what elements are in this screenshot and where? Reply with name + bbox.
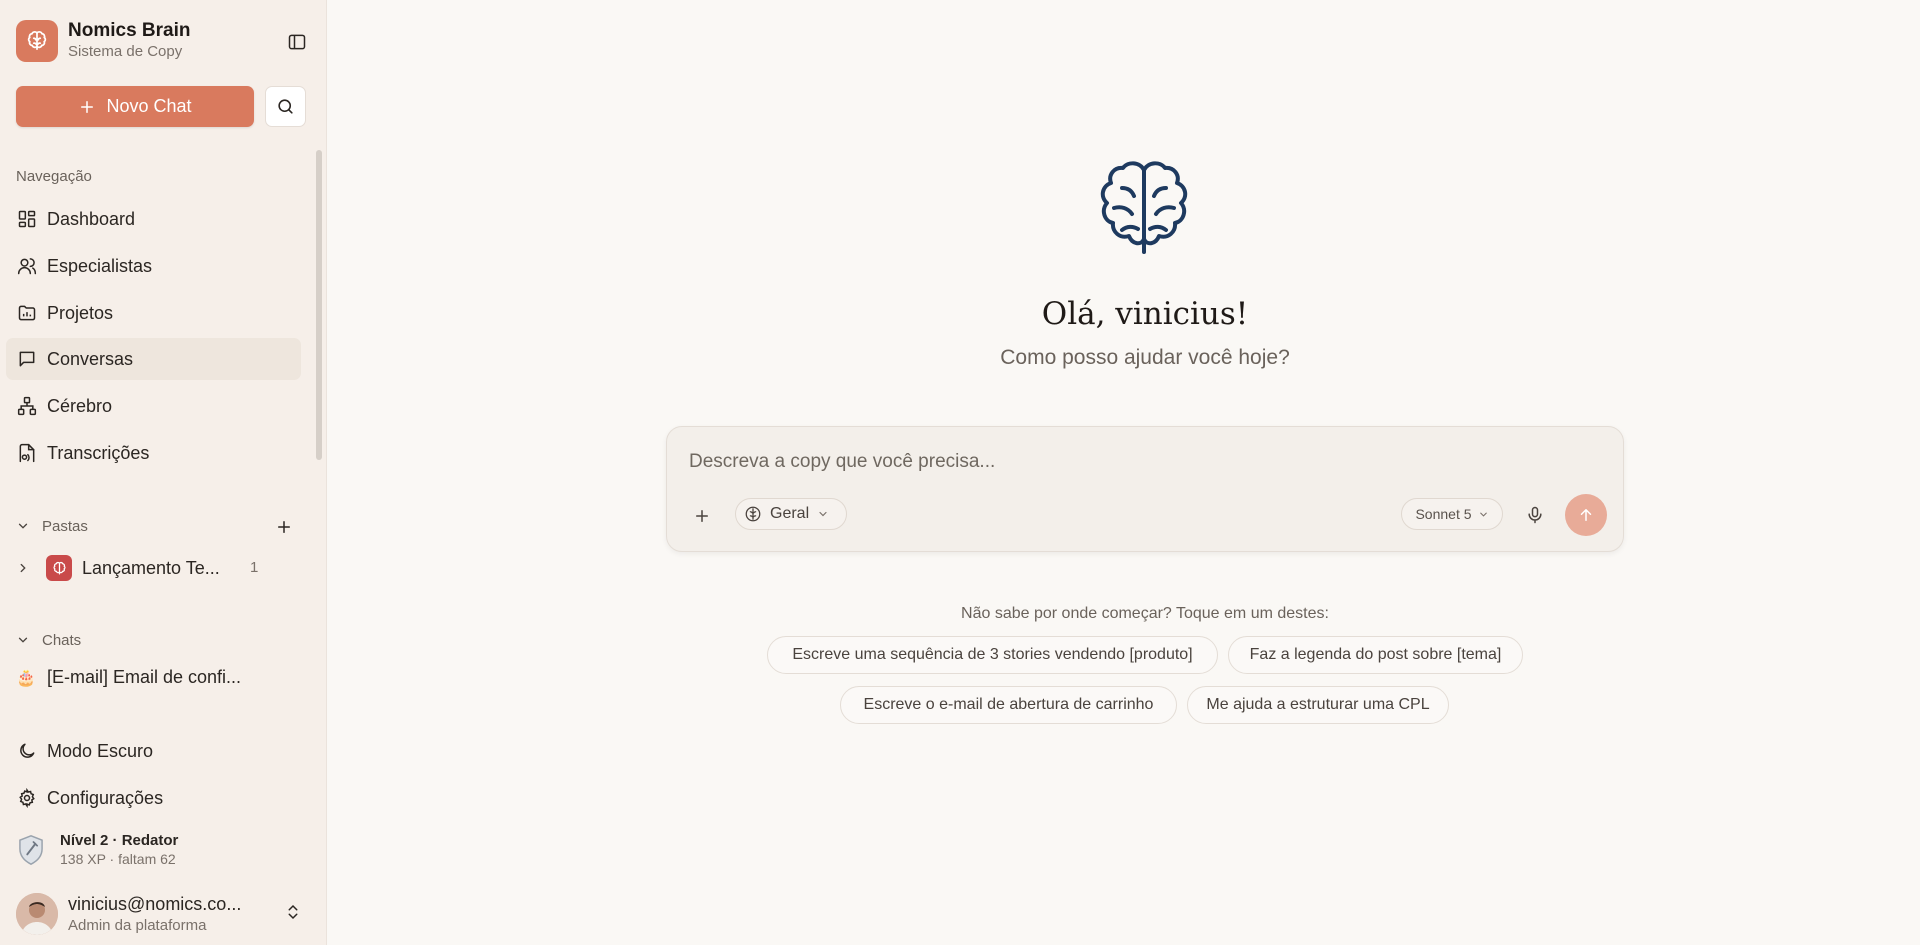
nav-item-label: Cérebro xyxy=(47,395,113,416)
settings-label: Configurações xyxy=(47,787,164,808)
nav-item-transcricoes[interactable]: Transcrições xyxy=(6,432,301,474)
new-chat-button[interactable]: Novo Chat xyxy=(16,86,254,127)
brand-title: Nomics Brain xyxy=(68,20,191,41)
users-icon xyxy=(16,255,38,277)
moon-icon xyxy=(16,740,38,762)
model-selector[interactable]: Sonnet 5 xyxy=(1401,498,1503,530)
sidebar-toggle-icon[interactable] xyxy=(285,30,309,54)
attach-button[interactable] xyxy=(691,505,713,527)
chat-item[interactable]: 🎂 [E-mail] Email de confi... xyxy=(16,667,241,688)
message-input[interactable]: Descreva a copy que você precisa... xyxy=(689,451,995,473)
suggestion-chip[interactable]: Me ajuda a estruturar uma CPL xyxy=(1187,686,1449,724)
suggestions-heading: Não sabe por onde começar? Toque em um d… xyxy=(961,605,1329,622)
user-menu[interactable]: vinicius@nomics.co... Admin da plataform… xyxy=(16,893,312,935)
brain-folder-icon xyxy=(46,555,72,581)
chats-section-toggle[interactable]: Chats xyxy=(16,629,296,651)
microphone-icon xyxy=(1528,506,1542,524)
mode-selector[interactable]: Geral xyxy=(735,498,847,530)
nav-item-label: Dashboard xyxy=(47,208,136,229)
greeting-subtitle: Como posso ajudar você hoje? xyxy=(1000,346,1290,369)
search-icon xyxy=(278,99,293,114)
user-role: Admin da plataforma xyxy=(68,917,207,934)
user-email: vinicius@nomics.co... xyxy=(68,894,242,914)
chevron-down-icon xyxy=(16,519,34,533)
greeting-title: Olá, vinicius! xyxy=(1041,296,1249,332)
nav-item-label: Transcrições xyxy=(47,442,150,463)
search-button[interactable] xyxy=(265,86,306,127)
folders-section-toggle[interactable]: Pastas xyxy=(16,515,296,537)
suggestion-chip[interactable]: Escreve uma sequência de 3 stories vende… xyxy=(767,636,1218,674)
folder-label: Lançamento Te... xyxy=(82,557,220,578)
mode-label: Geral xyxy=(770,505,810,522)
network-icon xyxy=(16,395,38,417)
level-xp: 138 XP · faltam 62 xyxy=(60,851,176,867)
level-badge[interactable]: Nível 2 · Redator 138 XP · faltam 62 xyxy=(16,832,178,867)
sidebar: Nomics Brain Sistema de Copy Novo Chat N… xyxy=(0,0,327,945)
chevrons-up-down-icon xyxy=(284,903,302,926)
new-chat-label: Novo Chat xyxy=(106,96,192,116)
brain-logo-icon xyxy=(16,20,58,62)
add-folder-button[interactable] xyxy=(272,515,296,539)
nav-item-dashboard[interactable]: Dashboard xyxy=(6,198,301,240)
nav-item-cerebro[interactable]: Cérebro xyxy=(6,385,301,427)
chevron-down-icon xyxy=(1479,512,1487,517)
avatar xyxy=(16,893,58,935)
model-label: Sonnet 5 xyxy=(1415,506,1472,522)
level-title: Nível 2 · Redator xyxy=(60,832,179,849)
chat-item-label: [E-mail] Email de confi... xyxy=(47,667,242,687)
plus-icon xyxy=(278,521,290,533)
brain-small-icon xyxy=(745,506,761,522)
plus-icon xyxy=(696,510,708,522)
chats-section-label: Chats xyxy=(42,631,82,649)
dark-mode-toggle[interactable]: Modo Escuro xyxy=(6,730,301,772)
arrow-up-icon xyxy=(1580,509,1592,521)
suggestion-chip[interactable]: Faz a legenda do post sobre [tema] xyxy=(1228,636,1523,674)
settings-link[interactable]: Configurações xyxy=(6,777,301,819)
dashboard-icon xyxy=(16,208,38,230)
brain-icon xyxy=(1100,161,1188,254)
folders-section-label: Pastas xyxy=(42,517,88,535)
plus-icon xyxy=(81,100,94,113)
gear-icon xyxy=(16,787,38,809)
suggestion-chip[interactable]: Escreve o e-mail de abertura de carrinho xyxy=(840,686,1177,724)
chevron-down-icon xyxy=(819,511,827,517)
nav-section-label: Navegação xyxy=(16,168,92,185)
nav-item-especialistas[interactable]: Especialistas xyxy=(6,245,301,287)
transcription-icon xyxy=(16,442,38,464)
send-button[interactable] xyxy=(1565,494,1607,536)
brand-subtitle: Sistema de Copy xyxy=(68,43,183,60)
nav-item-label: Especialistas xyxy=(47,255,153,276)
brand[interactable]: Nomics Brain Sistema de Copy xyxy=(16,20,190,62)
voice-input-button[interactable] xyxy=(1523,503,1547,527)
dark-mode-label: Modo Escuro xyxy=(47,740,154,761)
folder-item[interactable]: Lançamento Te... xyxy=(16,553,266,583)
chevron-down-icon xyxy=(16,633,34,647)
message-composer: Descreva a copy que você precisa... Gera… xyxy=(666,426,1624,552)
shield-icon xyxy=(19,834,43,865)
chevron-right-icon xyxy=(16,561,34,575)
cake-emoji-icon: 🎂 xyxy=(16,669,36,687)
folder-count: 1 xyxy=(250,559,259,576)
